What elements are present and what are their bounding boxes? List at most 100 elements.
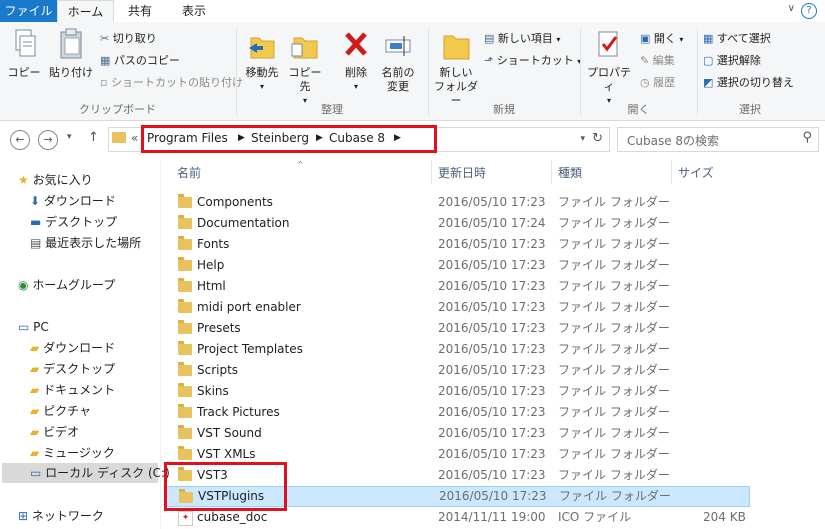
- tab-home[interactable]: ホーム: [57, 0, 114, 24]
- file-row[interactable]: Components 2016/05/10 17:23 ファイル フォルダー: [166, 192, 748, 213]
- nav-pc-documents-label: ドキュメント: [43, 383, 116, 397]
- file-row[interactable]: Skins 2016/05/10 17:23 ファイル フォルダー: [166, 381, 748, 402]
- search-icon[interactable]: ⚲: [802, 130, 812, 145]
- nav-pc-desktop[interactable]: ▰ デスクトップ: [30, 359, 115, 379]
- file-row[interactable]: Project Templates 2016/05/10 17:23 ファイル フォ…: [166, 339, 748, 360]
- paste-shortcut-button[interactable]: ▫ ショートカットの貼り付け: [100, 74, 243, 92]
- tab-file[interactable]: ファイル: [0, 0, 57, 22]
- new-item-button[interactable]: ▤ 新しい項目 ▾: [484, 30, 560, 48]
- file-row[interactable]: VST Sound 2016/05/10 17:23 ファイル フォルダー: [166, 423, 748, 444]
- file-date: 2016/05/10 17:23: [438, 426, 546, 440]
- history-icon: ◷: [640, 76, 650, 89]
- column-size[interactable]: サイズ: [678, 164, 714, 181]
- file-name: Components: [197, 195, 273, 209]
- file-row[interactable]: Scripts 2016/05/10 17:23 ファイル フォルダー: [166, 360, 748, 381]
- new-item-icon: ▤: [484, 32, 495, 45]
- paste-button[interactable]: 貼り付け: [46, 28, 96, 80]
- invert-selection-label: 選択の切り替え: [716, 76, 794, 89]
- file-row[interactable]: Documentation 2016/05/10 17:24 ファイル フォルダー: [166, 213, 748, 234]
- delete-button[interactable]: 削除 ▾: [338, 28, 374, 94]
- path-icon: ▦: [100, 54, 111, 67]
- nav-pc-pictures-label: ピクチャ: [43, 404, 91, 418]
- column-divider[interactable]: [551, 160, 552, 184]
- file-row[interactable]: Help 2016/05/10 17:23 ファイル フォルダー: [166, 255, 748, 276]
- file-row[interactable]: Track Pictures 2016/05/10 17:23 ファイル フォルダー: [166, 402, 748, 423]
- nav-qa-downloads[interactable]: ⬇ ダウンロード: [30, 191, 116, 211]
- file-type: ファイル フォルダー: [558, 258, 670, 272]
- breadcrumb-overflow[interactable]: «: [131, 131, 138, 145]
- nav-qa-desktop[interactable]: ▬ デスクトップ: [30, 212, 117, 232]
- nav-pc[interactable]: ▭ PC: [18, 317, 49, 337]
- copy-folder-icon: [291, 37, 318, 59]
- nav-pc-downloads[interactable]: ▰ ダウンロード: [30, 338, 115, 358]
- recent-places-icon: ▤: [30, 236, 42, 250]
- shortcut-label: ショートカット: [496, 54, 574, 67]
- nav-pc-documents[interactable]: ▰ ドキュメント: [30, 380, 115, 400]
- nav-homegroup[interactable]: ◉ ホームグループ: [18, 275, 115, 295]
- file-date: 2016/05/10 17:23: [438, 279, 546, 293]
- nav-qa-recent[interactable]: ▤ 最近表示した場所: [30, 233, 141, 253]
- folder-icon: ▰: [30, 383, 40, 397]
- column-divider[interactable]: [431, 160, 432, 184]
- nav-quick-access[interactable]: ★ お気に入り: [18, 170, 93, 190]
- select-none-button[interactable]: ▢ 選択解除: [703, 52, 761, 70]
- new-folder-button[interactable]: 新しい フォルダー: [432, 28, 480, 108]
- help-icon[interactable]: ?: [801, 3, 817, 19]
- folder-icon: ▰: [30, 446, 40, 460]
- folder-icon: [178, 404, 192, 418]
- column-name[interactable]: 名前: [177, 164, 201, 181]
- copy-label: コピー: [7, 66, 41, 79]
- nav-pc-downloads-label: ダウンロード: [43, 341, 116, 355]
- new-folder-label-1: 新しい: [439, 66, 473, 79]
- search-box[interactable]: Cubase 8の検索 ⚲: [617, 127, 819, 152]
- copy-icon: [15, 29, 36, 57]
- folder-icon: [178, 278, 192, 292]
- paste-label: 貼り付け: [49, 66, 93, 79]
- open-button[interactable]: ▣ 開く ▾: [640, 30, 683, 48]
- nav-network[interactable]: ⊞ ネットワーク: [18, 506, 104, 526]
- copy-to-button[interactable]: コピー先 ▾: [284, 28, 326, 108]
- file-type: ファイル フォルダー: [558, 216, 670, 230]
- shortcut-button[interactable]: ⬏ ショートカット ▾: [484, 52, 581, 70]
- up-arrow-icon[interactable]: ↑: [88, 130, 99, 145]
- folder-icon: [178, 299, 192, 313]
- edit-button[interactable]: ✎ 編集: [640, 52, 675, 70]
- back-button[interactable]: ←: [10, 130, 30, 150]
- rename-button[interactable]: 名前の 変更: [377, 28, 419, 94]
- forward-button[interactable]: →: [38, 130, 58, 150]
- folder-icon: ▰: [30, 404, 40, 418]
- column-divider[interactable]: [671, 160, 672, 184]
- properties-button[interactable]: プロパティ ▾: [585, 28, 633, 108]
- refresh-icon[interactable]: ↻: [592, 131, 603, 146]
- file-row[interactable]: midi port enabler 2016/05/10 17:23 ファイル フォ…: [166, 297, 748, 318]
- move-to-button[interactable]: 移動先 ▾: [242, 28, 282, 94]
- column-type[interactable]: 種類: [558, 164, 582, 181]
- move-folder-icon: [249, 37, 275, 59]
- column-date[interactable]: 更新日時: [438, 164, 486, 181]
- recent-locations-chevron-icon[interactable]: ▾: [67, 132, 72, 142]
- chevron-down-icon[interactable]: ∨: [788, 3, 795, 14]
- cut-button[interactable]: ✂ 切り取り: [100, 30, 157, 48]
- copy-button[interactable]: コピー: [6, 28, 42, 80]
- nav-pc-local-disk[interactable]: ▭ ローカル ディスク (C:): [2, 463, 170, 483]
- address-dropdown-icon[interactable]: ▾: [580, 134, 585, 144]
- nav-qa-recent-label: 最近表示した場所: [45, 236, 142, 250]
- nav-pc-music[interactable]: ▰ ミュージック: [30, 443, 115, 463]
- nav-pc-pictures[interactable]: ▰ ピクチャ: [30, 401, 91, 421]
- file-row[interactable]: Fonts 2016/05/10 17:23 ファイル フォルダー: [166, 234, 748, 255]
- delete-label: 削除: [345, 66, 367, 79]
- file-name: Skins: [197, 384, 229, 398]
- history-button[interactable]: ◷ 履歴: [640, 74, 675, 92]
- file-row[interactable]: Html 2016/05/10 17:23 ファイル フォルダー: [166, 276, 748, 297]
- select-all-button[interactable]: ▦ すべて選択: [703, 30, 771, 48]
- file-name: Documentation: [197, 216, 290, 230]
- tab-share[interactable]: 共有: [113, 0, 167, 22]
- file-name: VST Sound: [197, 426, 262, 440]
- tab-view[interactable]: 表示: [167, 0, 221, 22]
- file-row[interactable]: Presets 2016/05/10 17:23 ファイル フォルダー: [166, 318, 748, 339]
- file-type: ファイル フォルダー: [559, 489, 671, 503]
- invert-selection-button[interactable]: ◩ 選択の切り替え: [703, 74, 794, 92]
- folder-icon: [178, 341, 192, 355]
- copy-path-button[interactable]: ▦ パスのコピー: [100, 52, 180, 70]
- nav-pc-videos[interactable]: ▰ ビデオ: [30, 422, 79, 442]
